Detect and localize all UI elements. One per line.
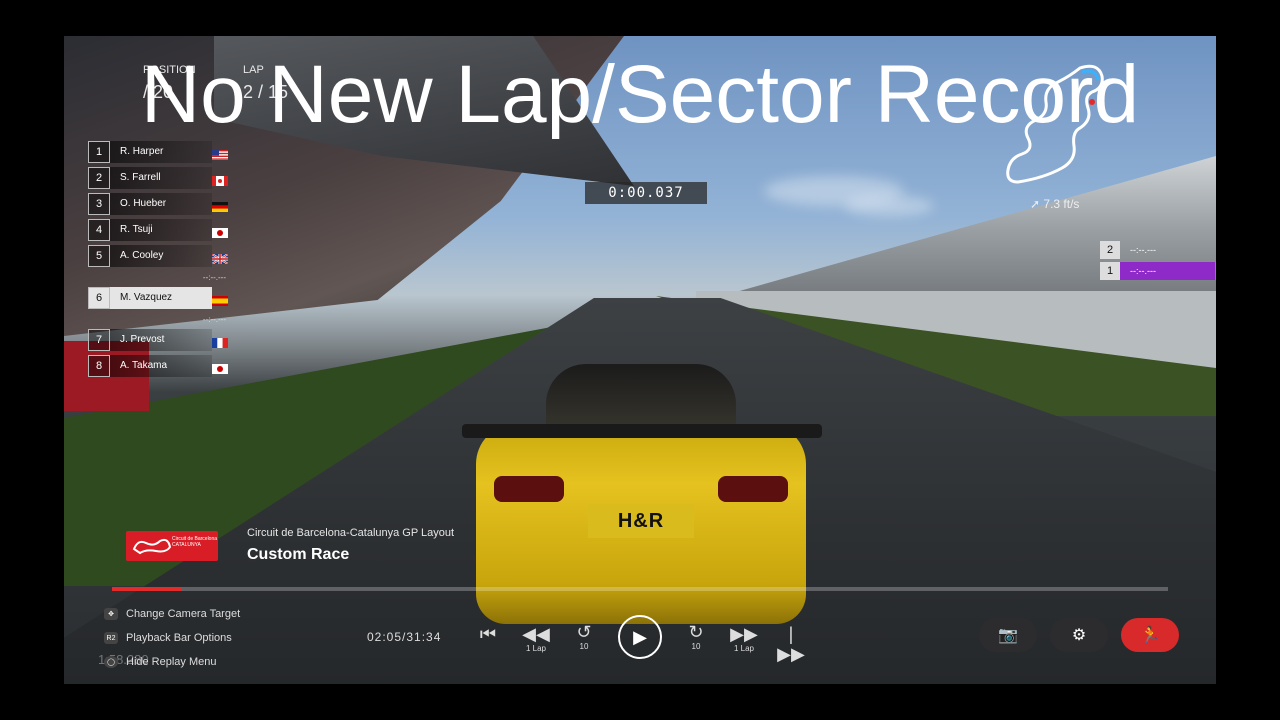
cloud [844, 196, 934, 216]
circle-button-icon: ◯ [104, 656, 118, 668]
play-icon: ▶ [633, 626, 647, 647]
leaderboard-position: 8 [88, 355, 110, 377]
rival-gap-time: --:--.--- [1120, 262, 1215, 280]
r2-button-icon: R2 [104, 632, 118, 644]
exit-replay-button[interactable]: 🏃 [1121, 618, 1179, 652]
es-flag-icon [212, 293, 228, 306]
player-car: H&R [462, 364, 822, 634]
settings-button[interactable]: ⚙ [1050, 618, 1108, 652]
speed-readout: ➚ 7.3 ft/s [1030, 197, 1079, 211]
leaderboard-driver-name: A. Takama [110, 355, 212, 377]
leaderboard-row: 1 R. Harper [88, 140, 234, 164]
rival-gap-board: 2 --:--.--- 1 --:--.--- [1100, 240, 1215, 282]
leaderboard-driver-name: M. Vazquez [110, 287, 212, 309]
fr-flag-icon [212, 335, 228, 348]
circuit-logo-text: Circuit de Barcelona CATALUNYA [172, 536, 218, 548]
back-10s-label: 10 [579, 642, 589, 651]
gb-flag-icon [211, 251, 229, 265]
rival-gap-time: --:--.--- [1130, 245, 1156, 255]
leaderboard-gap: --:--.--- [202, 273, 226, 282]
skip-to-start-button[interactable]: ⏮ [476, 624, 500, 644]
leaderboard-position: 6 [88, 287, 110, 309]
hint-change-camera-label: Change Camera Target [126, 608, 241, 620]
forward-10-icon: ↻ [688, 622, 704, 642]
race-title: Custom Race [247, 546, 350, 563]
leaderboard-driver-name: S. Farrell [110, 167, 212, 189]
leaderboard-row: 3 O. Hueber [88, 192, 234, 216]
leaderboard-driver-name: A. Cooley [110, 245, 212, 267]
photo-mode-button[interactable]: 📷 [979, 618, 1037, 652]
taillight-left [494, 476, 564, 502]
leaderboard-row: 4 R. Tsuji [88, 218, 234, 242]
us-flag-icon [212, 147, 228, 160]
hint-playback-options-label: Playback Bar Options [126, 632, 232, 644]
leaderboard-gap: --:--.--- [202, 315, 226, 324]
leaderboard-row: 8 A. Takama [88, 354, 234, 378]
leaderboard-row: 2 S. Farrell [88, 166, 234, 190]
skip-start-icon: ⏮ [479, 624, 497, 644]
rewind-icon: ◀◀ [522, 624, 550, 644]
ca-flag-icon [212, 173, 228, 186]
replay-10-icon: ↺ [576, 622, 592, 642]
hint-playback-options: R2 Playback Bar Options [104, 632, 232, 644]
leaderboard-row: 7 J. Prevost [88, 328, 234, 352]
speed-value: 7.3 ft/s [1043, 197, 1080, 211]
overlay-caption: No New Lap/Sector Record [140, 49, 1140, 140]
play-button[interactable]: ▶ [618, 615, 662, 659]
de-flag-icon [212, 199, 228, 212]
jp-flag-icon [212, 361, 228, 374]
camera-icon: 📷 [998, 627, 1018, 644]
hint-hide-menu-label: Hide Replay Menu [126, 656, 217, 668]
dpad-icon: ✥ [104, 608, 118, 620]
replay-progress-fill [112, 587, 182, 591]
leaderboard-driver-name: J. Prevost [110, 329, 212, 351]
jp-flag-icon [212, 225, 228, 238]
forward-10s-label: 10 [691, 642, 701, 651]
forward-10s-button[interactable]: ↻ 10 [682, 622, 710, 651]
rewind-lap-label: 1 Lap [525, 644, 547, 653]
leaderboard-driver-name: R. Harper [110, 141, 212, 163]
leaderboard-driver-name: O. Hueber [110, 193, 212, 215]
circuit-logo-icon [132, 538, 172, 555]
leaderboard-position: 1 [88, 141, 110, 163]
hint-hide-menu: ◯ Hide Replay Menu [104, 656, 217, 668]
leaderboard-position: 2 [88, 167, 110, 189]
rewind-lap-button[interactable]: ◀◀ 1 Lap [520, 624, 552, 653]
exit-runner-icon: 🏃 [1140, 627, 1160, 644]
replay-progress-bar[interactable] [112, 587, 1168, 591]
leaderboard-position: 5 [88, 245, 110, 267]
speed-arrow-icon: ➚ [1030, 197, 1044, 211]
rival-position: 1 [1100, 262, 1120, 280]
taillight-right [718, 476, 788, 502]
gear-icon: ⚙ [1071, 627, 1087, 644]
leaderboard-row: 5 A. Cooley [88, 244, 234, 268]
back-10s-button[interactable]: ↺ 10 [570, 622, 598, 651]
hint-change-camera: ✥ Change Camera Target [104, 608, 240, 620]
rival-gap-row: 1 --:--.--- [1100, 261, 1215, 281]
frame-advance-button[interactable]: |▶▶ [776, 624, 806, 664]
car-sponsor-plate: H&R [588, 504, 694, 538]
fast-forward-lap-label: 1 Lap [733, 644, 755, 653]
rival-gap-row: 2 --:--.--- [1100, 240, 1215, 260]
circuit-logo: Circuit de Barcelona CATALUNYA [126, 531, 218, 561]
leaderboard: 1 R. Harper 2 S. Farrell 3 O. Hueber 4 R. Tsuji… [88, 140, 234, 380]
fast-forward-icon: ▶▶ [730, 624, 758, 644]
replay-time: 02:05/31:34 [367, 630, 442, 644]
lap-timer: 0:00.037 [585, 182, 707, 204]
leaderboard-position: 7 [88, 329, 110, 351]
frame-advance-icon: |▶▶ [777, 624, 805, 664]
rival-position: 2 [1100, 241, 1120, 259]
leaderboard-driver-name: R. Tsuji [110, 219, 212, 241]
fast-forward-lap-button[interactable]: ▶▶ 1 Lap [728, 624, 760, 653]
car-rear-wing [462, 424, 822, 438]
track-layout-name: Circuit de Barcelona-Catalunya GP Layout [247, 527, 455, 539]
leaderboard-position: 4 [88, 219, 110, 241]
leaderboard-row-player: 6 M. Vazquez [88, 286, 234, 310]
leaderboard-position: 3 [88, 193, 110, 215]
